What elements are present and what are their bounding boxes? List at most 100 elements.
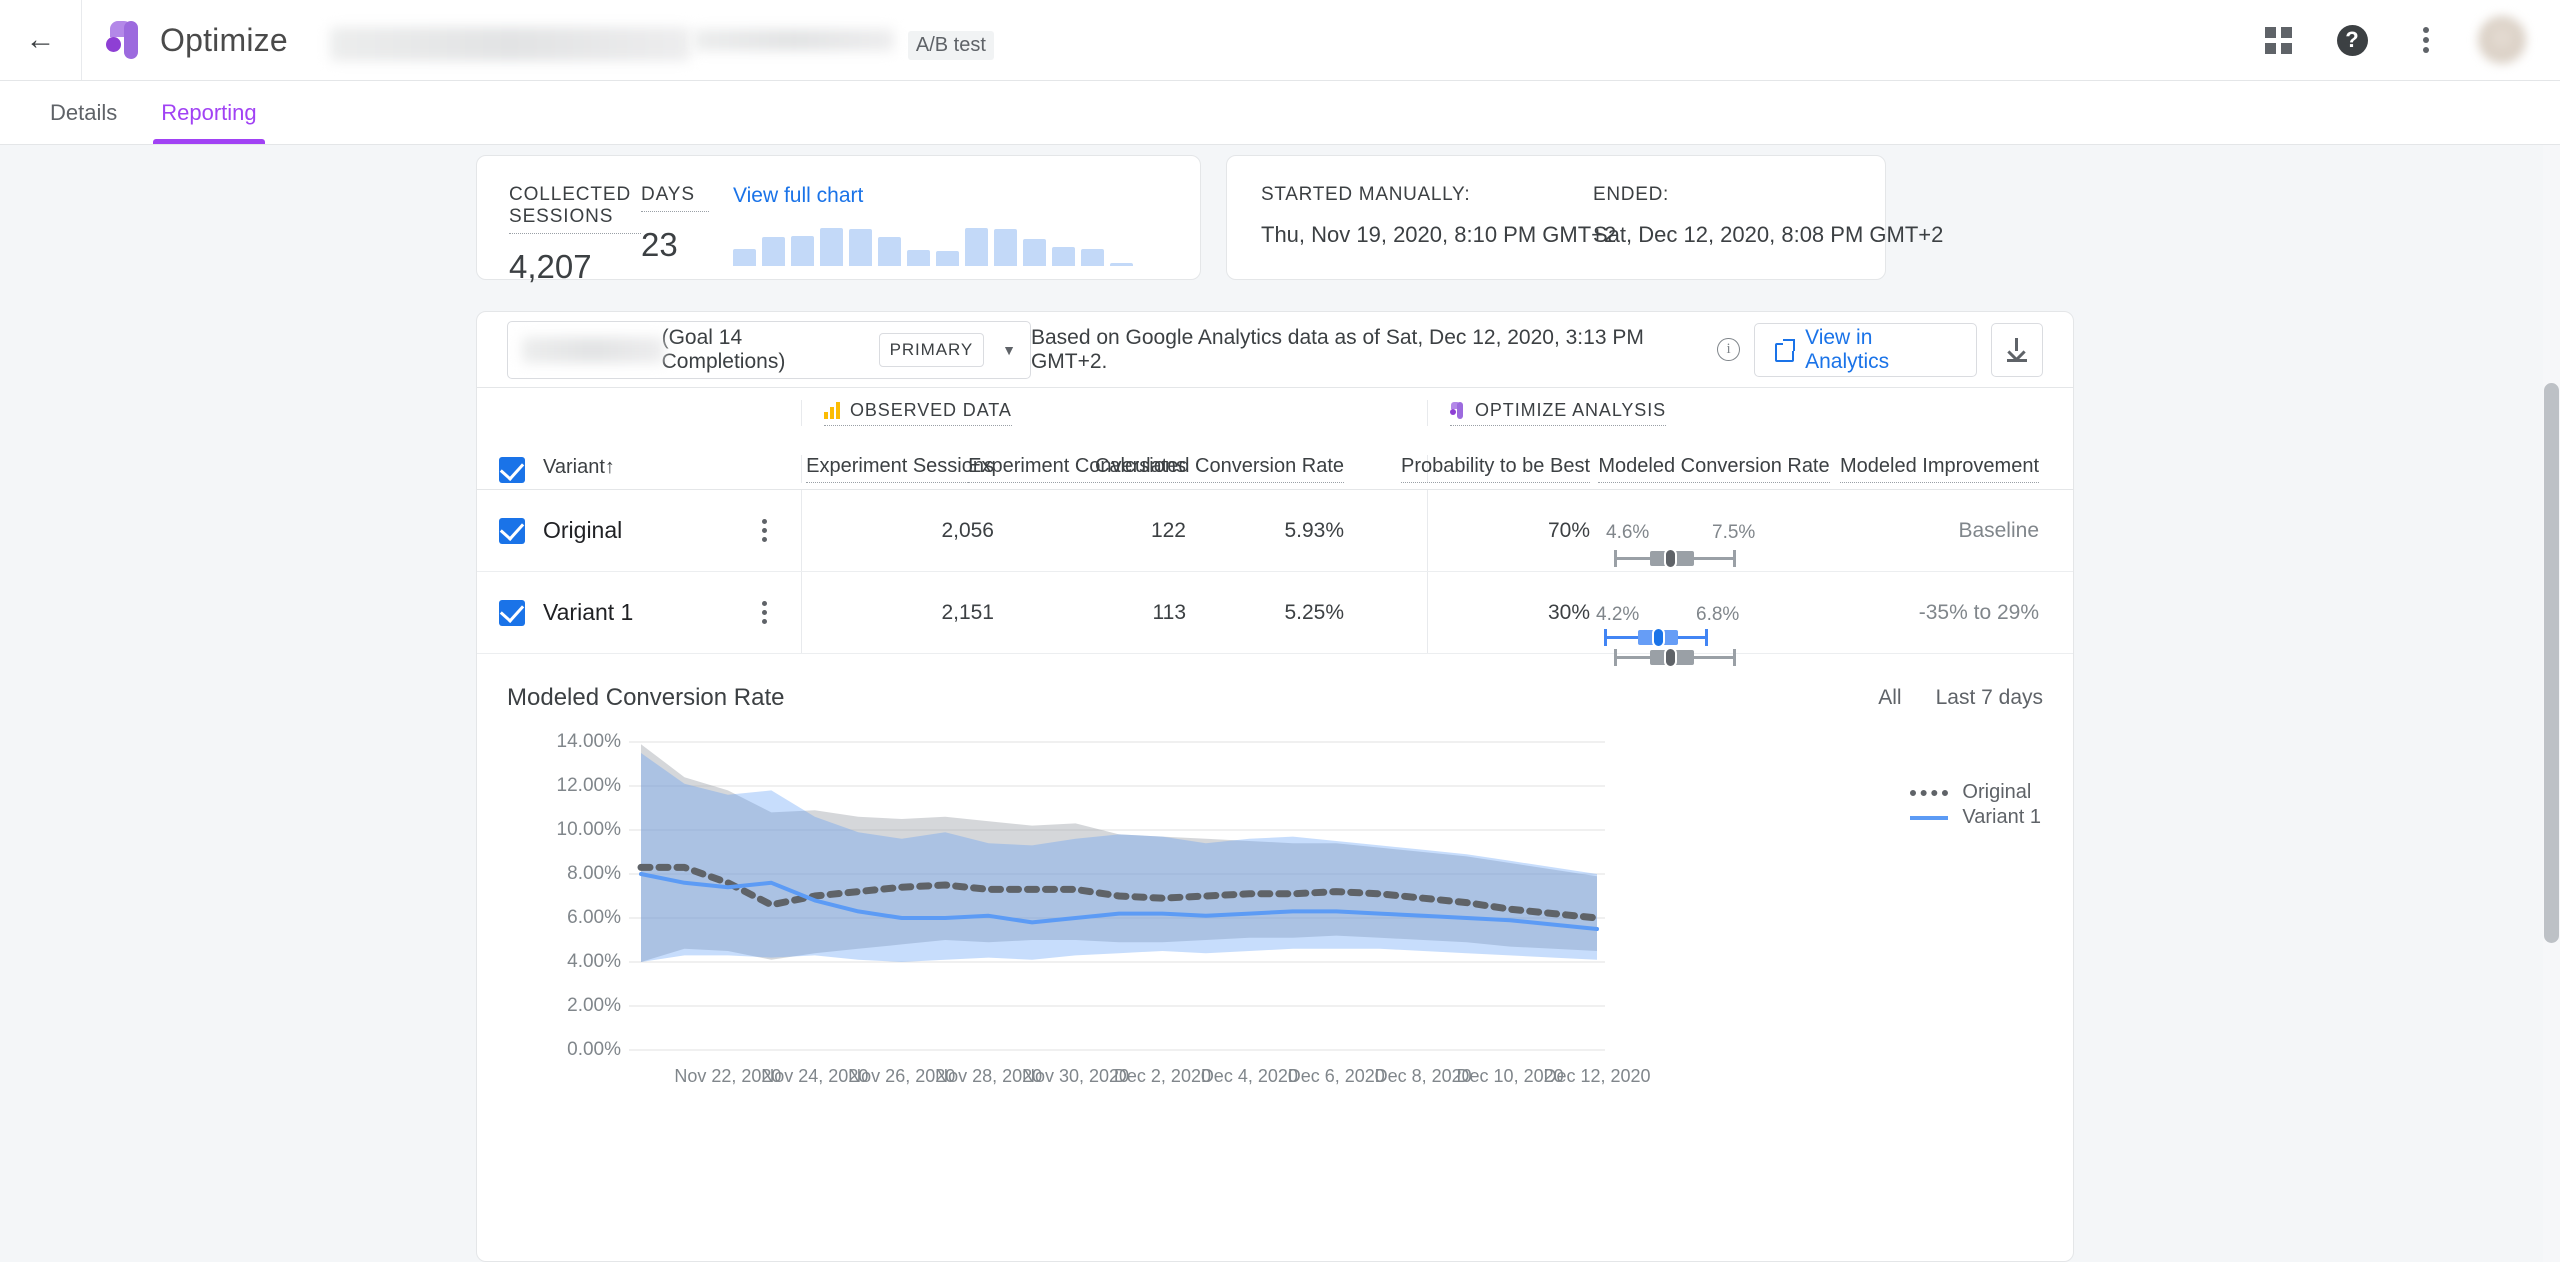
sparkline-bar [965, 228, 988, 266]
modeled-conversion-rate-chart: Original Variant 1 0.00% 2.00% 4.00% 6.00% 8… [477, 712, 2075, 1132]
page-scrollbar-thumb[interactable] [2544, 383, 2559, 943]
row-conversions: 122 [1150, 518, 1186, 542]
range-last-7-days[interactable]: Last 7 days [1936, 686, 2043, 710]
ci-low-label: 4.2% [1596, 603, 1640, 625]
app-title: Optimize [160, 21, 288, 58]
x-axis-tick: Dec 12, 2020 [1543, 1066, 1651, 1086]
table-column-header: Variant↑ Experiment Sessions Experiment … [477, 438, 2073, 490]
range-all[interactable]: All [1878, 686, 1901, 710]
header-probability-to-be-best[interactable]: Probability to be Best [1401, 455, 1590, 483]
sessions-card: COLLECTED SESSIONS 4,207 DAYS 23 View fu… [476, 155, 1201, 285]
row-analysis-cell: 70% 4.6% 7.5% Baseline [1427, 490, 2073, 571]
row-analysis-cell: 30% 4.2% 6.8% -35% to 29% [1427, 572, 2073, 668]
optimize-reporting-page: ← Optimize A/B test ? Details Reporting … [0, 0, 2560, 1262]
optimize-logo: Optimize [106, 21, 288, 59]
header-calculated-conversion-rate[interactable]: Calculated Conversion Rate [1094, 455, 1344, 483]
experiment-type-badge: A/B test [907, 30, 994, 60]
sparkline-bar [936, 251, 959, 266]
sessions-sparkline [733, 220, 1133, 266]
table-group-header: OBSERVED DATA OPTIMIZE ANALYSIS [477, 388, 2073, 438]
goal-primary-chip: PRIMARY [878, 332, 985, 367]
row-sessions: 2,151 [941, 600, 994, 624]
sparkline-section: View full chart [733, 184, 1133, 279]
row-checkbox[interactable] [499, 517, 525, 544]
optimize-logo-icon [106, 21, 142, 59]
collected-sessions-metric: COLLECTED SESSIONS 4,207 [509, 184, 641, 285]
dates-card: STARTED MANUALLY: Thu, Nov 19, 2020, 8:1… [1226, 155, 1943, 280]
sort-arrow-icon: ↑ [604, 456, 615, 478]
days-label: DAYS [641, 184, 709, 212]
apps-grid-button[interactable] [2256, 18, 2300, 62]
chevron-down-icon[interactable]: ▼ [1002, 342, 1016, 358]
row-more-options-icon[interactable] [762, 519, 767, 542]
help-icon: ? [2336, 24, 2368, 56]
ci-high-label: 7.5% [1712, 521, 1756, 543]
goal-detail: (Goal 14 Completions) [661, 325, 786, 373]
info-icon[interactable]: i [1717, 338, 1740, 361]
collected-sessions-value: 4,207 [509, 248, 592, 285]
header-variant[interactable]: Variant↑ [543, 456, 615, 483]
started-label: STARTED MANUALLY: [1261, 184, 1471, 205]
header-modeled-conversion-rate[interactable]: Modeled Conversion Rate [1598, 455, 1830, 483]
external-link-icon [1774, 338, 1796, 362]
started-value: Thu, Nov 19, 2020, 8:10 PM GMT+2 [1261, 222, 1617, 247]
sparkline-bar [762, 237, 785, 266]
experiment-url-redacted [693, 29, 894, 51]
started-column: STARTED MANUALLY: Thu, Nov 19, 2020, 8:1… [1261, 184, 1617, 279]
bar-chart-icon [824, 402, 840, 419]
tab-bar: Details Reporting [0, 81, 2560, 145]
legend-item-original[interactable]: Original [1910, 780, 2041, 805]
sparkline-bar [878, 236, 901, 266]
row-variant-cell: Variant 1 [477, 572, 801, 653]
view-in-analytics-button[interactable]: View in Analytics [1753, 322, 1977, 377]
download-button[interactable] [1990, 322, 2044, 377]
back-button[interactable]: ← [0, 0, 82, 80]
ci-high-label: 6.8% [1696, 603, 1740, 625]
table-row[interactable]: Variant 1 2,151 113 5.25% 30% 4.2% 6.8% [477, 572, 2073, 668]
header-variant-label: Variant [543, 456, 605, 478]
select-all-checkbox[interactable] [499, 457, 525, 483]
row-probability: 30% [1547, 600, 1590, 624]
back-arrow-icon: ← [25, 23, 56, 56]
more-options-button[interactable] [2404, 18, 2448, 62]
view-full-chart-link[interactable]: View full chart [733, 184, 1133, 208]
row-checkbox[interactable] [499, 599, 525, 626]
row-calculated-rate: 5.93% [1284, 518, 1344, 542]
help-button[interactable]: ? [2330, 18, 2374, 62]
header-modeled-improvement[interactable]: Modeled Improvement [1840, 455, 2039, 483]
legend-label: Original [1962, 781, 2032, 803]
row-sessions: 2,056 [941, 518, 994, 542]
group-observed-data-label: OBSERVED DATA [850, 400, 1012, 420]
days-value: 23 [641, 226, 678, 263]
page-scrollbar-track[interactable] [2543, 145, 2560, 1262]
ended-label: ENDED: [1593, 184, 1669, 205]
more-vert-icon [2423, 27, 2429, 53]
chart-header: Modeled Conversion Rate All Last 7 days [477, 654, 2073, 712]
tab-details[interactable]: Details [28, 82, 139, 144]
group-observed-data: OBSERVED DATA [824, 400, 1012, 426]
header-experiment-sessions[interactable]: Experiment Sessions [806, 455, 994, 483]
row-variant-name: Variant 1 [543, 599, 634, 625]
y-axis-tick: 12.00% [556, 775, 621, 796]
legend-line-swatch [1910, 815, 1949, 820]
ended-column: ENDED: Sat, Dec 12, 2020, 8:08 PM GMT+2 [1593, 184, 1943, 279]
sparkline-bar [849, 229, 872, 266]
y-axis-tick: 10.00% [556, 819, 621, 840]
app-bar-actions: ? [2256, 16, 2560, 64]
row-observed-cell: 2,056 122 5.93% [801, 490, 1427, 571]
tab-reporting[interactable]: Reporting [139, 82, 278, 144]
summary-cards: COLLECTED SESSIONS 4,207 DAYS 23 View fu… [476, 155, 1943, 285]
avatar[interactable] [2478, 16, 2526, 64]
sparkline-bar [994, 229, 1017, 266]
group-optimize-analysis: OPTIMIZE ANALYSIS [1450, 400, 1667, 426]
y-axis-tick: 8.00% [567, 863, 621, 884]
row-more-options-icon[interactable] [762, 601, 767, 624]
table-row[interactable]: Original 2,056 122 5.93% 70% 4.6% 7.5% B… [477, 490, 2073, 572]
goal-selector[interactable]: (Goal 14 Completions) PRIMARY ▼ [507, 320, 1031, 379]
view-in-analytics-label: View in Analytics [1805, 325, 1890, 373]
legend-item-variant1[interactable]: Variant 1 [1910, 805, 2041, 830]
legend-label: Variant 1 [1962, 806, 2041, 828]
ended-value: Sat, Dec 12, 2020, 8:08 PM GMT+2 [1593, 222, 1944, 247]
row-observed-cell: 2,151 113 5.25% [801, 572, 1427, 653]
experiment-name-redacted [329, 27, 690, 61]
